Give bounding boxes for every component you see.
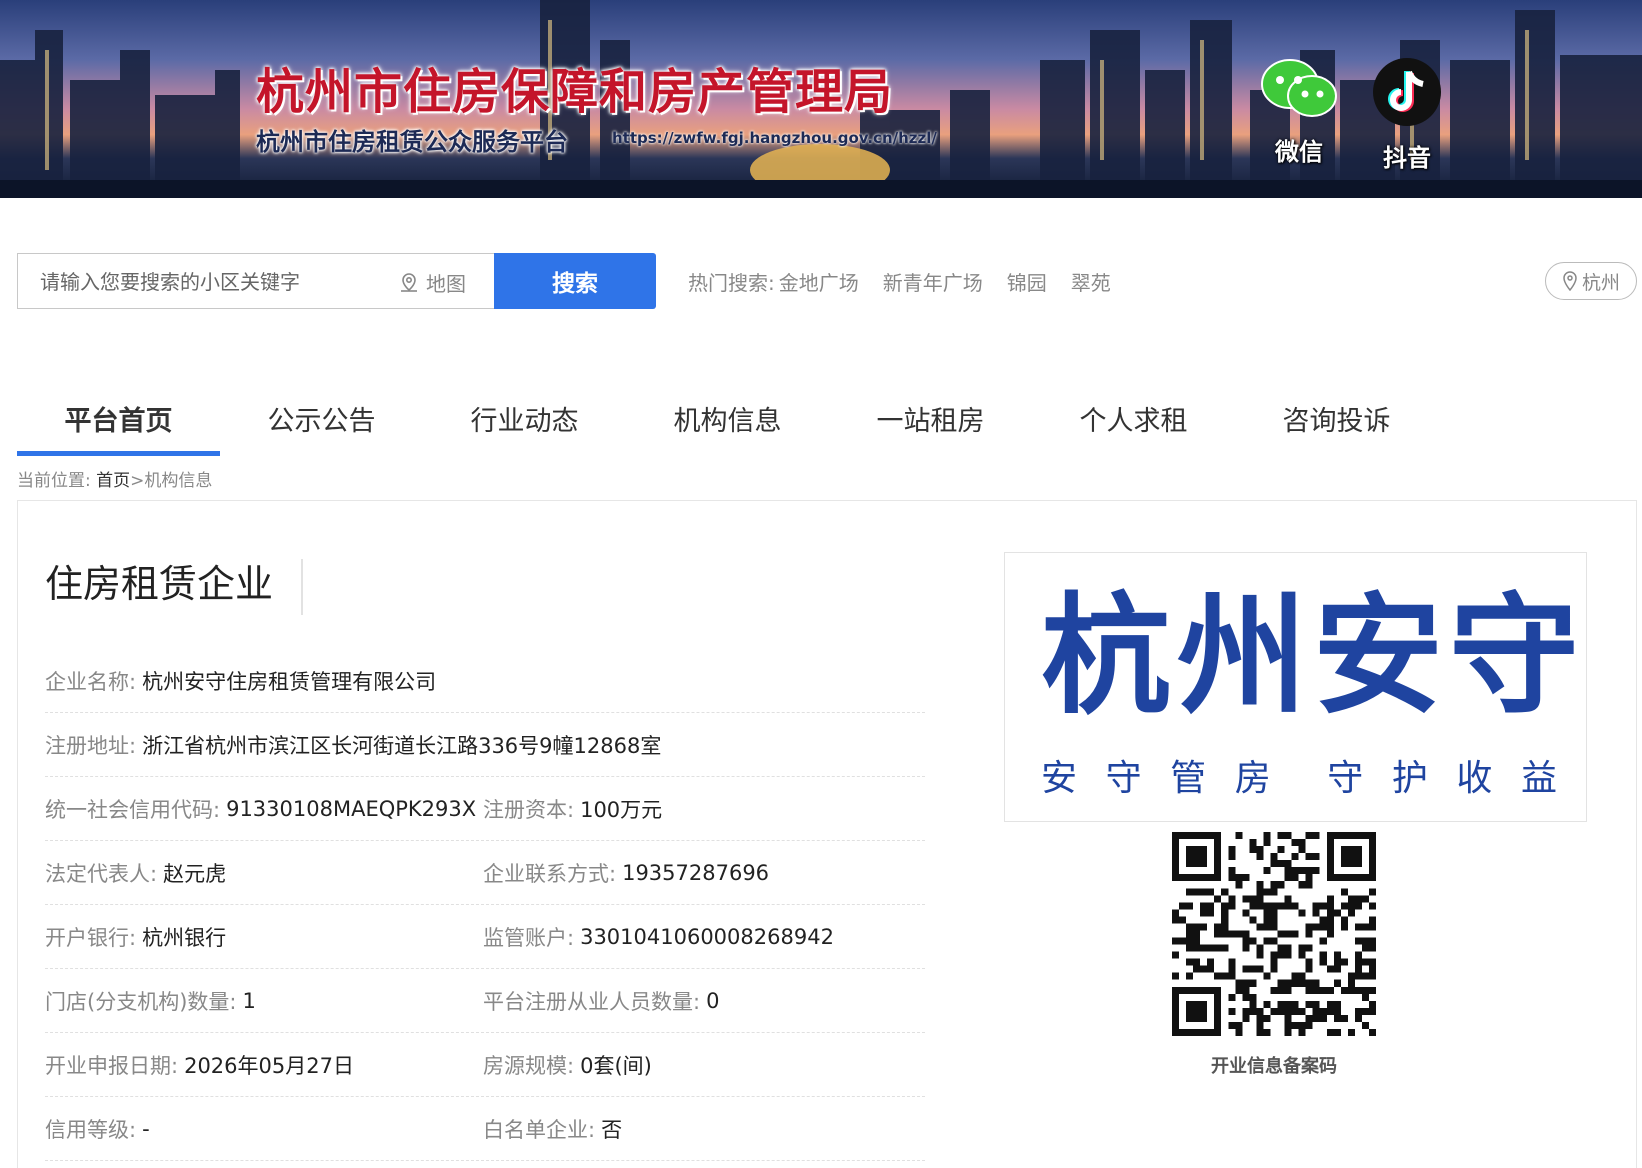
info-row: 信用等级: - 白名单企业: 否: [45, 1097, 925, 1161]
tab-agency-info[interactable]: 机构信息: [626, 400, 829, 456]
breadcrumb-home[interactable]: 首页: [96, 471, 130, 491]
hot-search-label: 热门搜索:: [688, 271, 775, 295]
slogan-char: 益: [1520, 758, 1557, 799]
tab-personal-request[interactable]: 个人求租: [1032, 400, 1235, 456]
branches-value: 1: [242, 989, 256, 1013]
slogan-char: 守: [1105, 758, 1142, 799]
account-label: 监管账户:: [483, 926, 575, 950]
section-title: 住房租赁企业: [45, 559, 304, 615]
slogan-char: 房: [1234, 758, 1271, 799]
qr-caption: 开业信息备案码: [1211, 1056, 1337, 1077]
info-row: 统一社会信用代码: 91330108MAEQPK293X 注册资本: 100万元: [45, 777, 925, 841]
breadcrumb-current: 机构信息: [144, 471, 213, 491]
info-row: 法定代表人: 赵元虎 企业联系方式: 19357287696: [45, 841, 925, 905]
slogan-char: 护: [1391, 758, 1428, 799]
open-date-label: 开业申报日期:: [45, 1054, 179, 1078]
capital-label: 注册资本:: [483, 798, 575, 822]
wechat-icon: [1261, 59, 1337, 117]
scale-value: 0套(间): [580, 1054, 652, 1078]
slogan-char: 管: [1170, 758, 1207, 799]
hot-keyword[interactable]: 锦园: [1007, 267, 1047, 296]
search-button[interactable]: 搜索: [494, 253, 656, 309]
scale-label: 房源规模:: [483, 1054, 575, 1078]
contact-value: 19357287696: [622, 861, 770, 885]
whitelist-label: 白名单企业:: [483, 1118, 596, 1142]
douyin-icon: [1373, 58, 1441, 126]
company-name-label: 企业名称:: [45, 670, 137, 694]
wechat-link[interactable]: 微信: [1258, 56, 1340, 167]
hot-keyword[interactable]: 翠苑: [1071, 267, 1111, 296]
tab-announcements[interactable]: 公示公告: [220, 400, 423, 456]
douyin-link[interactable]: 抖音: [1366, 56, 1448, 173]
hot-keyword[interactable]: 新青年广场: [883, 267, 983, 296]
qr-code: [1172, 832, 1376, 1036]
tab-home[interactable]: 平台首页: [17, 400, 220, 456]
map-link[interactable]: 地图: [398, 268, 466, 297]
city-label: 杭州: [1581, 271, 1620, 294]
tab-industry-news[interactable]: 行业动态: [423, 400, 626, 456]
wechat-label: 微信: [1275, 138, 1323, 166]
account-value: 3301041060008268942: [580, 925, 834, 949]
breadcrumb-prefix: 当前位置:: [17, 471, 91, 491]
slogan-char: 收: [1456, 758, 1493, 799]
city-selector[interactable]: 杭州: [1545, 262, 1637, 300]
hot-search: 热门搜索: 金地广场 新青年广场 锦园 翠苑: [688, 267, 1111, 296]
credit-level-label: 信用等级:: [45, 1118, 137, 1142]
breadcrumb-separator: >: [130, 471, 145, 491]
address-value: 浙江省杭州市滨江区长河街道长江路336号9幢12868室: [142, 734, 662, 758]
legal-rep-value: 赵元虎: [163, 862, 227, 886]
slogan-char: 安: [1041, 758, 1078, 799]
douyin-label: 抖音: [1383, 144, 1431, 172]
capital-value: 100万元: [580, 798, 663, 822]
staff-value: 0: [706, 989, 720, 1013]
open-date-value: 2026年05月27日: [184, 1054, 354, 1078]
credit-code-label: 统一社会信用代码:: [45, 798, 221, 822]
info-row: 企业名称: 杭州安守住房租赁管理有限公司: [45, 649, 925, 713]
site-url[interactable]: https://zwfw.fgj.hangzhou.gov.cn/hzzl/: [612, 129, 937, 147]
main-nav: 平台首页 公示公告 行业动态 机构信息 一站租房 个人求租 咨询投诉: [17, 400, 1438, 456]
company-logo: 杭州安守 安 守 管 房 守 护 收 益: [1004, 552, 1587, 822]
whitelist-value: 否: [601, 1118, 623, 1142]
branches-label: 门店(分支机构)数量:: [45, 990, 237, 1014]
slogan-char: 守: [1327, 758, 1364, 799]
search-input[interactable]: [40, 268, 370, 296]
credit-code-value: 91330108MAEQPK293X: [226, 797, 477, 821]
site-subtitle: 杭州市住房租赁公众服务平台: [256, 128, 568, 156]
legal-rep-label: 法定代表人:: [45, 862, 158, 886]
map-pin-icon: [401, 272, 417, 292]
info-row: 开户银行: 杭州银行 监管账户: 3301041060008268942: [45, 905, 925, 969]
address-label: 注册地址:: [45, 734, 137, 758]
logo-slogan: 安 守 管 房 守 护 收 益: [1041, 749, 1557, 801]
bank-value: 杭州银行: [142, 926, 227, 950]
credit-level-value: -: [142, 1117, 150, 1141]
header-banner: 杭州市住房保障和房产管理局 杭州市住房租赁公众服务平台 https://zwfw…: [0, 0, 1642, 198]
info-row: 门店(分支机构)数量: 1 平台注册从业人员数量: 0: [45, 969, 925, 1033]
tab-one-stop-rental[interactable]: 一站租房: [829, 400, 1032, 456]
search-box: 地图: [17, 253, 494, 309]
info-row: 开业申报日期: 2026年05月27日 房源规模: 0套(间): [45, 1033, 925, 1097]
company-name: 杭州安守住房租赁管理有限公司: [142, 670, 437, 694]
site-title: 杭州市住房保障和房产管理局: [256, 64, 894, 120]
staff-label: 平台注册从业人员数量:: [483, 990, 701, 1014]
qr-modules: [1172, 832, 1376, 1036]
hot-keyword[interactable]: 金地广场: [779, 267, 859, 296]
tab-complaints[interactable]: 咨询投诉: [1235, 400, 1438, 456]
logo-wordmark: 杭州安守: [1041, 579, 1586, 732]
info-row: 注册地址: 浙江省杭州市滨江区长河街道长江路336号9幢12868室: [45, 713, 925, 777]
contact-label: 企业联系方式:: [483, 862, 617, 886]
bank-label: 开户银行:: [45, 926, 137, 950]
breadcrumb: 当前位置: 首页>机构信息: [17, 466, 212, 491]
map-label: 地图: [426, 272, 466, 296]
location-icon: [1563, 271, 1577, 291]
